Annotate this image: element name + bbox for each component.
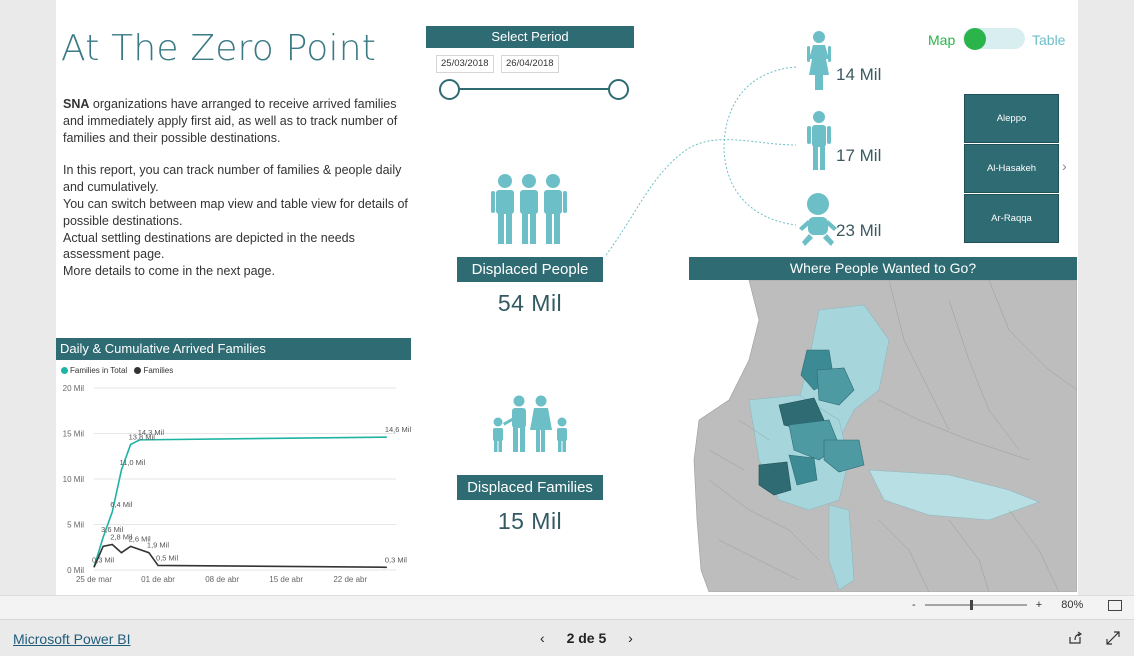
y-tick-label: 20 Mil xyxy=(63,384,85,393)
select-period-header: Select Period xyxy=(426,26,634,48)
y-tick-label: 10 Mil xyxy=(63,475,85,484)
legend-label-total: Families in Total xyxy=(70,366,128,375)
intro-paragraph-1: organizations have arranged to receive a… xyxy=(63,97,398,145)
governorate-button-aleppo[interactable]: Aleppo xyxy=(964,94,1059,143)
data-label: 14,6 Mil xyxy=(385,425,411,434)
series-line xyxy=(93,543,387,569)
men-count: 17 Mil xyxy=(836,146,882,165)
data-label: 0,3 Mil xyxy=(385,555,407,564)
data-label: 11,0 Mil xyxy=(119,458,145,467)
displaced-families-value: 15 Mil xyxy=(497,508,563,534)
zoom-slider[interactable] xyxy=(923,600,1029,611)
start-date-input[interactable]: 25/03/2018 xyxy=(436,55,494,73)
zoom-in-button[interactable]: + xyxy=(1036,599,1042,611)
toggle-knob[interactable] xyxy=(964,28,986,50)
y-tick-label: 5 Mil xyxy=(67,521,84,530)
prev-page-icon[interactable]: ‹ xyxy=(540,630,545,646)
intro-line: In this report, you can track number of … xyxy=(63,163,402,195)
chart-legend: Families in Total Families xyxy=(61,366,173,375)
intro-bold-org: SNA xyxy=(63,97,90,111)
x-tick-label: 01 de abr xyxy=(141,575,175,584)
power-bi-link[interactable]: Microsoft Power BI xyxy=(13,631,130,647)
data-label: 14,3 Mil xyxy=(138,428,165,437)
people-group-icon xyxy=(491,174,567,244)
map-header: Where People Wanted to Go? xyxy=(689,257,1077,280)
displaced-people-label: Displaced People xyxy=(457,257,603,282)
footer-bar: Microsoft Power BI ‹ 2 de 5 › xyxy=(0,619,1134,656)
toggle-table-label[interactable]: Table xyxy=(1032,32,1065,48)
women-count: 14 Mil xyxy=(836,65,882,84)
data-label: 6,4 Mil xyxy=(110,500,132,509)
chart-header: Daily & Cumulative Arrived Families xyxy=(56,338,411,360)
x-tick-label: 15 de abr xyxy=(269,575,303,584)
status-bar: - + 80% xyxy=(0,595,1134,619)
displaced-people-value: 54 Mil xyxy=(497,290,563,316)
y-tick-label: 0 Mil xyxy=(67,566,84,575)
fullscreen-icon[interactable] xyxy=(1106,631,1120,645)
x-tick-label: 08 de abr xyxy=(205,575,239,584)
zoom-control: - + 80% xyxy=(912,599,1123,611)
intro-line: You can switch between map view and tabl… xyxy=(63,196,408,228)
zoom-level: 80% xyxy=(1061,599,1084,611)
legend-dot-total xyxy=(61,367,68,375)
period-slider-track[interactable] xyxy=(448,88,618,90)
intro-text: SNA organizations have arranged to recei… xyxy=(63,96,413,280)
connector-lines xyxy=(605,66,797,256)
legend-dot-daily xyxy=(134,367,142,375)
data-label: 1,9 Mil xyxy=(147,541,169,550)
displaced-families-label: Displaced Families xyxy=(457,475,603,500)
line-chart: 0 Mil 5 Mil 10 Mil 15 Mil 20 Mil 25 de mar 01 … xyxy=(63,384,411,584)
data-label: 0,5 Mil xyxy=(156,553,178,562)
series-line xyxy=(93,436,387,568)
x-tick-label: 22 de abr xyxy=(333,575,367,584)
woman-icon xyxy=(807,31,831,90)
family-icon xyxy=(493,395,567,452)
intro-line: Actual settling destinations are depicte… xyxy=(63,230,355,262)
governorate-button-ar-raqqa[interactable]: Ar-Raqqa xyxy=(964,194,1059,243)
intro-line: More details to come in the next page. xyxy=(63,264,275,279)
destination-map[interactable] xyxy=(689,280,1077,592)
period-slider-start-handle[interactable] xyxy=(439,79,460,100)
zoom-out-button[interactable]: - xyxy=(912,599,916,611)
page-title: At The Zero Point xyxy=(61,28,377,69)
fit-page-icon[interactable] xyxy=(1108,599,1123,611)
toggle-map-label[interactable]: Map xyxy=(928,32,955,48)
page-navigator: ‹ 2 de 5 › xyxy=(540,630,633,646)
report-canvas: At The Zero Point SNA organizations have… xyxy=(56,0,1078,595)
chevron-right-icon[interactable]: › xyxy=(1062,158,1067,174)
man-icon xyxy=(807,111,831,170)
legend-label-daily: Families xyxy=(143,366,174,375)
children-count: 23 Mil xyxy=(836,221,882,240)
governorate-button-al-hasakeh[interactable]: Al-Hasakeh xyxy=(964,144,1059,193)
page-indicator: 2 de 5 xyxy=(566,630,607,646)
x-tick-label: 25 de mar xyxy=(76,575,112,584)
baby-icon xyxy=(799,193,837,246)
next-page-icon[interactable]: › xyxy=(628,630,633,646)
y-tick-label: 15 Mil xyxy=(63,430,85,439)
end-date-input[interactable]: 26/04/2018 xyxy=(501,55,559,73)
share-icon[interactable] xyxy=(1068,631,1082,645)
